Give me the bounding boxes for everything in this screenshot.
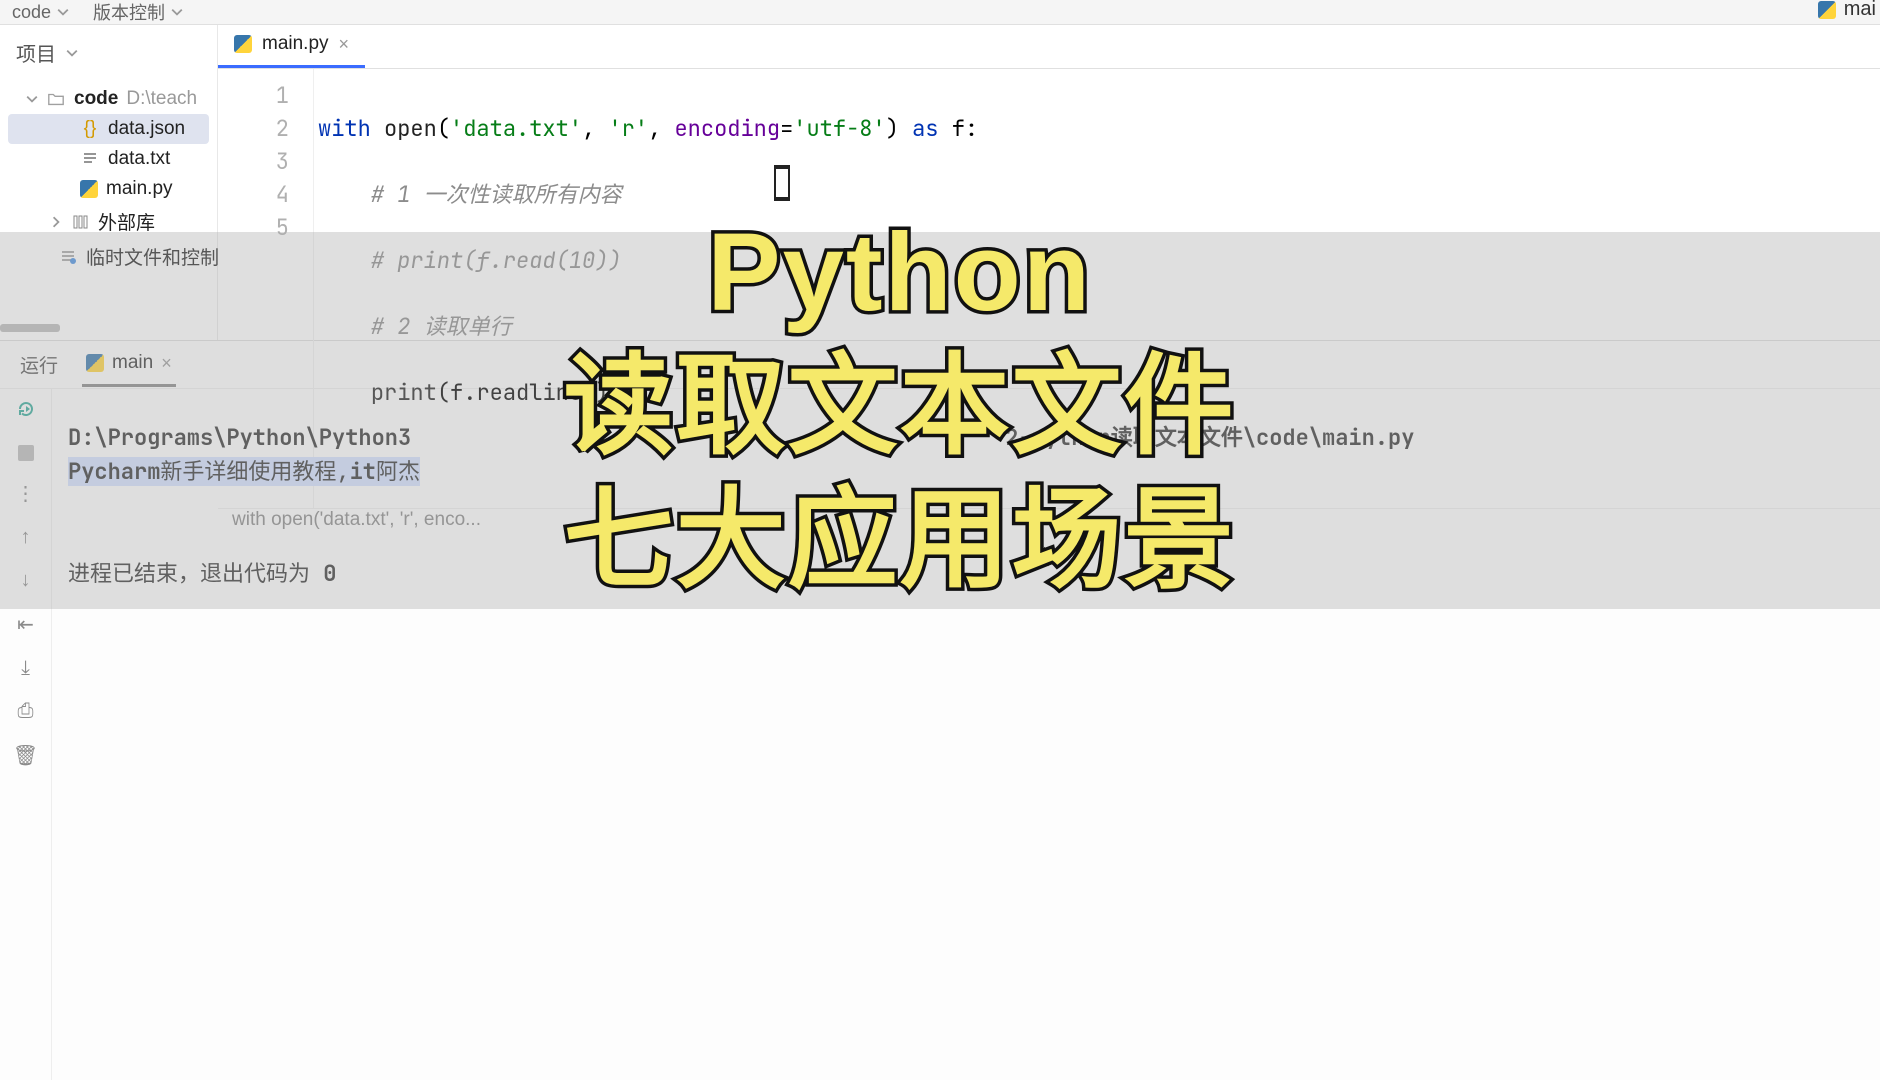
python-icon — [80, 180, 98, 198]
python-icon — [86, 354, 104, 372]
stop-icon[interactable] — [18, 445, 34, 461]
chevron-right-icon — [50, 216, 62, 228]
tab-label: main.py — [262, 33, 329, 55]
root-name: code — [74, 88, 118, 110]
more-icon[interactable]: ⋮ — [16, 481, 36, 506]
file-tree: code D:\teach {} data.json data.txt main… — [0, 80, 217, 278]
down-icon[interactable]: ↓ — [21, 569, 31, 592]
scroll-end-icon[interactable]: ⤓ — [21, 657, 30, 680]
scrollbar-indicator[interactable] — [0, 324, 60, 332]
run-tab-label: main — [112, 352, 153, 374]
toolbar-vcs-label: 版本控制 — [93, 0, 165, 25]
project-title: 项目 — [16, 38, 56, 67]
file-label: data.json — [108, 118, 185, 140]
text-cursor-icon — [774, 165, 790, 201]
file-data-json[interactable]: {} data.json — [8, 114, 209, 144]
line-number: 2 — [218, 112, 289, 145]
library-icon — [70, 212, 90, 232]
top-toolbar: code 版本控制 — [0, 0, 1880, 24]
file-main-py[interactable]: main.py — [0, 174, 217, 204]
editor-area: main.py × 1 2 3 4 5 with open('data.txt'… — [218, 25, 1880, 340]
project-header[interactable]: 项目 — [0, 25, 217, 80]
external-libraries[interactable]: 外部库 — [0, 204, 217, 239]
toolbar-vcs[interactable]: 版本控制 — [93, 0, 183, 25]
rerun-icon[interactable] — [16, 399, 36, 425]
python-icon — [1818, 1, 1836, 19]
up-icon[interactable]: ↑ — [21, 526, 31, 549]
toolbar-code[interactable]: code — [12, 2, 69, 23]
file-label: data.txt — [108, 148, 170, 170]
line-number: 1 — [218, 79, 289, 112]
run-tab-main[interactable]: main × — [82, 342, 176, 387]
scratches[interactable]: 临时文件和控制 — [0, 239, 217, 274]
chevron-down-icon — [66, 47, 78, 59]
line-number: 5 — [218, 211, 289, 244]
print-icon[interactable]: ⎙ — [18, 700, 34, 723]
tree-root[interactable]: code D:\teach — [0, 84, 217, 114]
top-right-label: mai — [1844, 0, 1876, 21]
text-icon — [80, 149, 100, 169]
console-toolbar: ⋮ ↑ ↓ ⇤ ⤓ ⎙ 🗑 — [0, 389, 52, 1080]
chevron-down-icon — [57, 6, 69, 18]
chevron-down-icon — [26, 93, 38, 105]
folder-icon — [46, 89, 66, 109]
main-layout: 项目 code D:\teach {} data.json data.txt — [0, 24, 1880, 340]
editor-tab-main[interactable]: main.py × — [218, 23, 365, 68]
json-icon: {} — [80, 119, 100, 139]
chevron-down-icon — [171, 6, 183, 18]
scratch-icon — [58, 247, 78, 267]
run-label: 运行 — [20, 351, 58, 378]
root-path: D:\teach — [126, 88, 197, 110]
scratch-label: 临时文件和控制 — [86, 243, 219, 270]
top-right: mai — [1818, 0, 1876, 21]
file-label: main.py — [106, 178, 173, 200]
line-number: 4 — [218, 178, 289, 211]
sidebar: 项目 code D:\teach {} data.json data.txt — [0, 25, 218, 340]
line-number: 3 — [218, 145, 289, 178]
toolbar-code-label: code — [12, 2, 51, 23]
python-icon — [234, 35, 252, 53]
editor-tabbar: main.py × — [218, 25, 1880, 69]
soft-wrap-icon[interactable]: ⇤ — [17, 612, 34, 637]
output-exit: 进程已结束，退出代码为 0 — [68, 557, 1864, 591]
close-icon[interactable]: × — [161, 353, 172, 374]
trash-icon[interactable]: 🗑 — [13, 743, 38, 768]
file-data-txt[interactable]: data.txt — [0, 144, 217, 174]
lib-label: 外部库 — [98, 208, 155, 235]
close-icon[interactable]: × — [339, 34, 350, 55]
